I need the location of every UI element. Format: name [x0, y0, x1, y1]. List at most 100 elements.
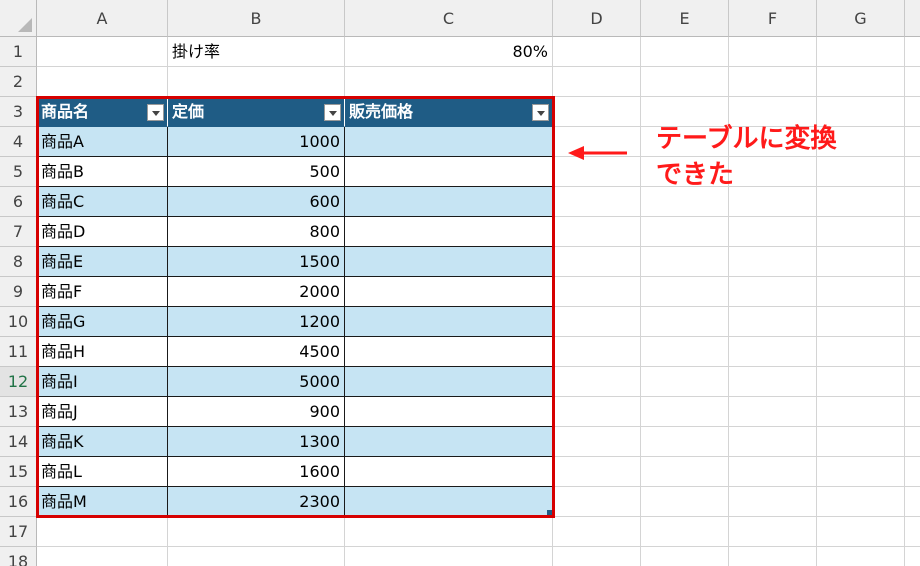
table-cell-name[interactable]: 商品L: [37, 457, 168, 487]
table-cell-price[interactable]: 4500: [168, 337, 345, 367]
cell-b1[interactable]: 掛け率: [168, 37, 345, 67]
filter-dropdown-icon[interactable]: [147, 104, 164, 121]
table-cell-price[interactable]: 1000: [168, 127, 345, 157]
table-cell-name[interactable]: 商品D: [37, 217, 168, 247]
cell[interactable]: [905, 157, 920, 187]
cell[interactable]: [553, 217, 641, 247]
table-cell-sale[interactable]: [345, 397, 553, 427]
table-cell-name[interactable]: 商品H: [37, 337, 168, 367]
cell[interactable]: [168, 547, 345, 566]
cell[interactable]: [37, 517, 168, 547]
cell-c1[interactable]: 80%: [345, 37, 553, 67]
cell[interactable]: [641, 487, 729, 517]
cell[interactable]: [905, 127, 920, 157]
table-cell-name[interactable]: 商品G: [37, 307, 168, 337]
table-cell-price[interactable]: 1300: [168, 427, 345, 457]
cell[interactable]: [817, 277, 905, 307]
cell[interactable]: [817, 67, 905, 97]
row-header-9[interactable]: 9: [0, 277, 37, 307]
cell[interactable]: [905, 547, 920, 566]
table-cell-sale[interactable]: [345, 277, 553, 307]
row-header-10[interactable]: 10: [0, 307, 37, 337]
column-header-c[interactable]: C: [345, 0, 553, 37]
cell[interactable]: [729, 367, 817, 397]
cell[interactable]: [729, 37, 817, 67]
table-cell-name[interactable]: 商品J: [37, 397, 168, 427]
table-cell-price[interactable]: 1200: [168, 307, 345, 337]
cell[interactable]: [641, 547, 729, 566]
cell[interactable]: [729, 547, 817, 566]
cell[interactable]: [641, 337, 729, 367]
cell[interactable]: [168, 517, 345, 547]
cell[interactable]: [641, 397, 729, 427]
cell[interactable]: [345, 547, 553, 566]
cell[interactable]: [168, 67, 345, 97]
row-header-2[interactable]: 2: [0, 67, 37, 97]
cell[interactable]: [553, 67, 641, 97]
cell[interactable]: [553, 37, 641, 67]
row-header-18[interactable]: 18: [0, 547, 37, 566]
table-resize-handle[interactable]: [547, 510, 552, 515]
cell[interactable]: [817, 337, 905, 367]
cell[interactable]: [553, 367, 641, 397]
row-header-5[interactable]: 5: [0, 157, 37, 187]
cell[interactable]: [345, 67, 553, 97]
table-cell-sale[interactable]: [345, 337, 553, 367]
cell[interactable]: [641, 277, 729, 307]
cell[interactable]: [905, 247, 920, 277]
table-cell-price[interactable]: 500: [168, 157, 345, 187]
cell[interactable]: [817, 247, 905, 277]
column-header-d[interactable]: D: [553, 0, 641, 37]
table-cell-price[interactable]: 1600: [168, 457, 345, 487]
select-all-corner[interactable]: [0, 0, 37, 37]
cell[interactable]: [905, 397, 920, 427]
cell[interactable]: [729, 307, 817, 337]
cell[interactable]: [817, 427, 905, 457]
row-header-14[interactable]: 14: [0, 427, 37, 457]
table-cell-sale[interactable]: [345, 487, 553, 517]
cell[interactable]: [553, 397, 641, 427]
cell[interactable]: [729, 277, 817, 307]
row-header-6[interactable]: 6: [0, 187, 37, 217]
row-header-4[interactable]: 4: [0, 127, 37, 157]
table-cell-sale[interactable]: [345, 307, 553, 337]
column-header-a[interactable]: A: [37, 0, 168, 37]
cell[interactable]: [729, 247, 817, 277]
table-header-sale[interactable]: 販売価格: [345, 97, 553, 127]
row-header-3[interactable]: 3: [0, 97, 37, 127]
table-cell-price[interactable]: 2300: [168, 487, 345, 517]
row-header-17[interactable]: 17: [0, 517, 37, 547]
column-header-e[interactable]: E: [641, 0, 729, 37]
table-cell-name[interactable]: 商品I: [37, 367, 168, 397]
table-cell-price[interactable]: 1500: [168, 247, 345, 277]
cell[interactable]: [641, 37, 729, 67]
table-cell-price[interactable]: 900: [168, 397, 345, 427]
column-header-b[interactable]: B: [168, 0, 345, 37]
column-header-g[interactable]: G: [817, 0, 905, 37]
row-header-15[interactable]: 15: [0, 457, 37, 487]
cell[interactable]: [729, 517, 817, 547]
cell[interactable]: [905, 67, 920, 97]
row-header-13[interactable]: 13: [0, 397, 37, 427]
table-cell-price[interactable]: 5000: [168, 367, 345, 397]
cell[interactable]: [641, 457, 729, 487]
cell[interactable]: [729, 337, 817, 367]
cell[interactable]: [641, 427, 729, 457]
filter-dropdown-icon[interactable]: [532, 104, 549, 121]
cell[interactable]: [729, 217, 817, 247]
cell[interactable]: [553, 337, 641, 367]
table-cell-sale[interactable]: [345, 457, 553, 487]
row-header-8[interactable]: 8: [0, 247, 37, 277]
table-cell-name[interactable]: 商品K: [37, 427, 168, 457]
cell[interactable]: [905, 517, 920, 547]
cell[interactable]: [905, 307, 920, 337]
cell[interactable]: [817, 37, 905, 67]
cell[interactable]: [905, 427, 920, 457]
cell[interactable]: [729, 457, 817, 487]
table-cell-name[interactable]: 商品M: [37, 487, 168, 517]
table-cell-name[interactable]: 商品C: [37, 187, 168, 217]
cell[interactable]: [729, 427, 817, 457]
table-cell-price[interactable]: 2000: [168, 277, 345, 307]
cell[interactable]: [553, 457, 641, 487]
cell[interactable]: [641, 517, 729, 547]
